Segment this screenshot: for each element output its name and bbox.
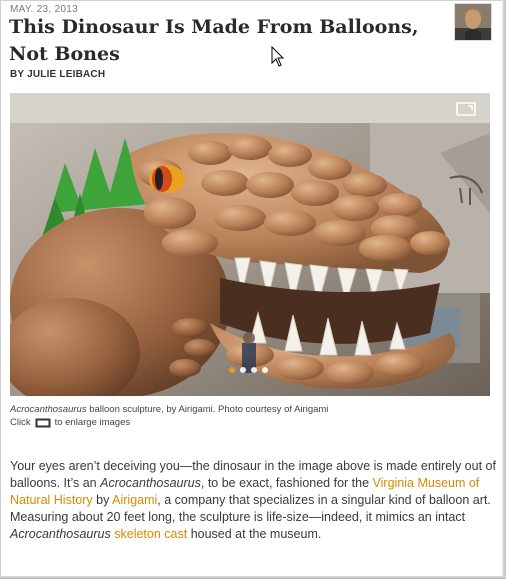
hint-prefix: Click	[10, 417, 31, 428]
slide-dot-1[interactable]	[229, 367, 235, 373]
caption-species: Acrocanthosaurus	[10, 404, 87, 415]
body-text-6: housed at the museum.	[187, 527, 322, 541]
caption-text: balloon sculpture, by Airigami. Photo co…	[86, 404, 329, 415]
enlarge-box-icon[interactable]	[35, 418, 51, 428]
window-shadow-right	[502, 0, 506, 579]
slide-dot-4[interactable]	[262, 367, 268, 373]
skeleton-cast-link[interactable]: skeleton cast	[114, 527, 187, 541]
enlarge-image-icon[interactable]	[456, 102, 476, 116]
dinosaur-slideshow-image[interactable]	[10, 93, 490, 396]
enlarge-hint: Click to enlarge images	[10, 417, 130, 428]
airigami-link[interactable]: Airigami	[112, 493, 157, 507]
author-avatar[interactable]	[454, 3, 492, 41]
image-caption: Acrocanthosaurus balloon sculpture, by A…	[10, 403, 490, 416]
body-species-1: Acrocanthosaurus	[100, 476, 201, 490]
article-body-paragraph: Your eyes aren’t deceiving you—the dinos…	[10, 458, 496, 543]
slide-dot-2[interactable]	[240, 367, 246, 373]
slideshow-pagination	[229, 367, 268, 373]
slide-dot-3[interactable]	[251, 367, 257, 373]
mouse-cursor-icon	[271, 46, 285, 67]
hint-suffix: to enlarge images	[54, 417, 131, 428]
article-title: This Dinosaur Is Made From Balloons, Not…	[9, 16, 419, 65]
author-byline[interactable]: BY JULIE LEIBACH	[10, 69, 105, 80]
author-portrait-image	[455, 4, 491, 40]
balloon-dinosaur-photo	[10, 93, 490, 396]
body-species-2: Acrocanthosaurus	[10, 527, 111, 541]
body-text-3: by	[92, 493, 113, 507]
body-text-2: , to be exact, fashioned for the	[200, 476, 373, 490]
